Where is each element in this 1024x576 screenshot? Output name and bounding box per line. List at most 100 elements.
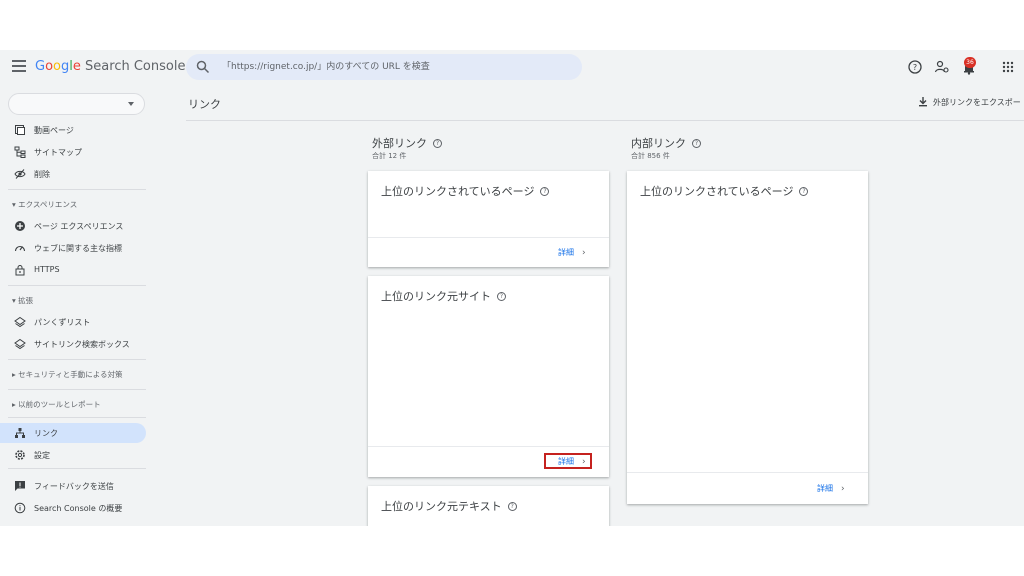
info-icon	[14, 502, 26, 514]
chevron-right-icon: ›	[841, 484, 845, 494]
external-links-heading: 外部リンク?	[372, 135, 442, 151]
sidebar-section-security[interactable]: ▸ セキュリティと手動による対策	[12, 369, 122, 380]
links-icon	[15, 428, 25, 438]
top-bar: Google Search Console ? 36	[0, 50, 1024, 86]
hamburger-menu-icon[interactable]	[12, 60, 26, 74]
layers-icon	[14, 338, 26, 350]
web-vitals-icon	[14, 245, 26, 252]
card-title-label: 上位のリンクされているページ	[381, 185, 535, 198]
card-divider	[368, 237, 609, 238]
card-top-linking-sites: 上位のリンク元サイト? 詳細 ›	[368, 276, 609, 477]
sidebar-item-about[interactable]: Search Console の概要	[0, 498, 146, 518]
sidebar-item-feedback[interactable]: フィードバックを送信	[0, 476, 146, 496]
details-link-highlighted[interactable]: 詳細 ›	[544, 453, 592, 469]
sidebar-item-sitemaps[interactable]: サイトマップ	[0, 142, 146, 162]
internal-links-total: 合計 856 件	[631, 152, 670, 160]
sidebar-item-label: ページ エクスペリエンス	[34, 222, 124, 231]
help-icon[interactable]: ?	[907, 59, 923, 75]
lock-icon	[15, 265, 25, 276]
sidebar-item-sitelinks-searchbox[interactable]: サイトリンク検索ボックス	[0, 334, 146, 354]
sidebar-item-removals[interactable]: 削除	[0, 164, 146, 184]
details-link[interactable]: 詳細 ›	[558, 247, 586, 258]
sidebar-divider	[8, 285, 146, 286]
sidebar-item-label: パンくずリスト	[34, 318, 91, 327]
sidebar-divider	[8, 417, 146, 418]
video-page-icon	[15, 125, 25, 135]
sidebar-item-label: 設定	[34, 451, 50, 460]
download-icon	[919, 97, 927, 107]
apps-grid-icon[interactable]	[1000, 59, 1016, 75]
details-label: 詳細	[558, 248, 574, 257]
sidebar-divider	[8, 468, 146, 469]
sidebar-item-page-experience[interactable]: ページ エクスペリエンス	[0, 216, 146, 236]
card-title-label: 上位のリンクされているページ	[640, 185, 794, 198]
sidebar-item-label: Search Console の概要	[34, 504, 123, 513]
page-experience-icon	[15, 221, 25, 231]
sidebar-item-settings[interactable]: 設定	[0, 445, 146, 465]
heading-label: 外部リンク	[372, 137, 427, 150]
search-icon	[196, 60, 210, 74]
details-link[interactable]: 詳細 ›	[817, 483, 845, 494]
sidebar-item-video-pages[interactable]: 動画ページ	[0, 120, 146, 140]
search-input[interactable]	[222, 54, 572, 80]
card-top-linked-pages-internal: 上位のリンクされているページ? 詳細 ›	[627, 171, 868, 504]
sidebar-item-label: 動画ページ	[34, 126, 74, 135]
sidebar-section-enhancements[interactable]: ▾ 拡張	[12, 295, 33, 306]
card-title-label: 上位のリンク元サイト	[381, 290, 491, 303]
details-label: 詳細	[817, 484, 833, 493]
help-icon[interactable]: ?	[692, 139, 701, 148]
manage-users-icon[interactable]	[934, 59, 950, 75]
card-title: 上位のリンク元サイト?	[381, 288, 506, 304]
card-title: 上位のリンクされているページ?	[640, 183, 809, 199]
layers-icon	[14, 316, 26, 328]
card-title-label: 上位のリンク元テキスト	[381, 500, 502, 513]
sidebar-divider	[8, 389, 146, 390]
details-label: 詳細	[558, 457, 574, 466]
sidebar-item-label: 削除	[34, 170, 50, 179]
sidebar-item-core-web-vitals[interactable]: ウェブに関する主な指標	[0, 238, 146, 258]
sidebar-item-label: フィードバックを送信	[34, 482, 114, 491]
section-label: セキュリティと手動による対策	[18, 370, 123, 379]
section-label: エクスペリエンス	[18, 200, 78, 209]
sidebar-item-breadcrumbs[interactable]: パンくずリスト	[0, 312, 146, 332]
property-selector[interactable]	[8, 93, 145, 115]
card-divider	[368, 446, 609, 447]
section-label: 以前のツールとレポート	[18, 400, 101, 409]
google-wordmark: Google	[35, 59, 81, 74]
section-label: 拡張	[18, 296, 34, 305]
help-icon[interactable]: ?	[497, 292, 506, 301]
heading-label: 内部リンク	[631, 137, 686, 150]
title-divider	[186, 120, 1024, 121]
internal-links-heading: 内部リンク?	[631, 135, 701, 151]
card-title: 上位のリンク元テキスト?	[381, 498, 517, 514]
card-divider	[627, 472, 868, 473]
sidebar-divider	[8, 189, 146, 190]
card-top-linked-pages-external: 上位のリンクされているページ? 詳細 ›	[368, 171, 609, 267]
app-logo[interactable]: Google Search Console	[35, 59, 185, 74]
sidebar-section-legacy[interactable]: ▸ 以前のツールとレポート	[12, 399, 101, 410]
url-inspection-search[interactable]	[186, 54, 582, 80]
sidebar-item-links[interactable]: リンク	[0, 423, 146, 443]
sitemap-icon	[14, 146, 26, 158]
help-icon[interactable]: ?	[507, 502, 517, 511]
feedback-icon	[15, 481, 25, 491]
card-title: 上位のリンクされているページ?	[381, 183, 550, 199]
export-label: 外部リンクをエクスポー	[933, 98, 1021, 107]
help-icon[interactable]: ?	[540, 187, 550, 196]
removal-icon	[14, 169, 26, 179]
help-icon[interactable]: ?	[799, 187, 809, 196]
sidebar-section-experience[interactable]: ▾ エクスペリエンス	[12, 199, 77, 210]
sidebar-item-https[interactable]: HTTPS	[0, 260, 146, 280]
product-name: Search Console	[85, 59, 186, 74]
notification-count-badge: 36	[964, 57, 976, 68]
sidebar-item-label: リンク	[34, 429, 58, 438]
chevron-right-icon: ›	[582, 248, 586, 258]
sidebar-item-label: ウェブに関する主な指標	[34, 244, 122, 253]
settings-icon	[15, 450, 25, 460]
chevron-right-icon: ›	[582, 457, 586, 467]
sidebar-item-label: サイトマップ	[34, 148, 82, 157]
sidebar-divider	[8, 359, 146, 360]
help-icon[interactable]: ?	[433, 139, 442, 148]
card-top-linking-text: 上位のリンク元テキスト?	[368, 486, 609, 526]
sidebar-item-label: サイトリンク検索ボックス	[34, 340, 130, 349]
